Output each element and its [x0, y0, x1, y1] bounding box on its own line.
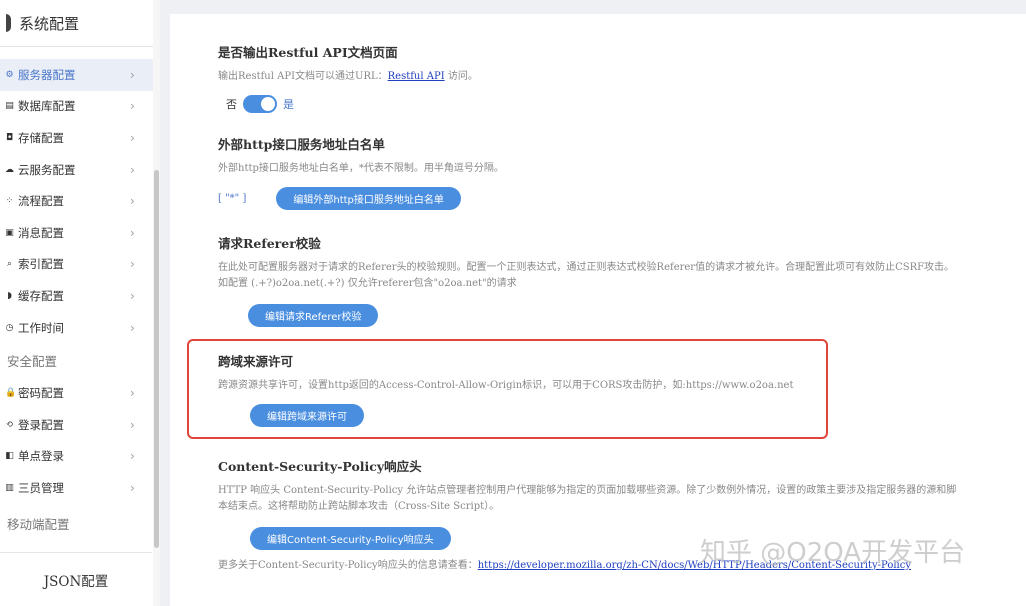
- sidebar-item-label: 流程配置: [18, 194, 64, 209]
- whitelist-row: [ "*" ] 编辑外部http接口服务地址白名单: [218, 187, 958, 210]
- sidebar-item-server[interactable]: ⚙ 服务器配置 ›: [0, 59, 160, 91]
- restful-desc-text: 输出Restful API文档可以通过URL：: [218, 71, 388, 82]
- mobile-section-title[interactable]: 移动端配置: [0, 507, 160, 541]
- chevron-right-icon: ›: [130, 130, 135, 145]
- sidebar-item-sso[interactable]: ◧ 单点登录 ›: [0, 441, 160, 473]
- toggle-off-label: 否: [226, 98, 237, 111]
- index-icon: ⌕: [6, 259, 13, 270]
- chevron-right-icon: ›: [130, 99, 135, 114]
- chevron-right-icon: ›: [130, 449, 135, 464]
- chevron-right-icon: ›: [130, 417, 135, 432]
- restful-title: 是否输出Restful API文档页面: [218, 45, 398, 60]
- restful-section: 是否输出Restful API文档页面 输出Restful API文档可以通过U…: [218, 42, 958, 113]
- storage-icon: ◘: [5, 132, 14, 143]
- edit-cors-button[interactable]: 编辑跨域来源许可: [250, 404, 364, 427]
- sidebar-item-label: 消息配置: [18, 225, 64, 240]
- cors-section: 跨域来源许可 跨源资源共享许可，设置http返回的Access-Control-…: [218, 351, 958, 427]
- sidebar-item-admin[interactable]: ▥ 三员管理 ›: [0, 472, 160, 504]
- sidebar-item-label: 服务器配置: [18, 67, 76, 82]
- sidebar-scrollbar[interactable]: [153, 0, 160, 606]
- chevron-right-icon: ›: [130, 386, 135, 401]
- database-icon: ▤: [5, 101, 14, 112]
- chevron-right-icon: ›: [130, 320, 135, 335]
- sidebar-item-storage[interactable]: ◘ 存储配置 ›: [0, 122, 160, 154]
- chevron-right-icon: ›: [130, 257, 135, 272]
- restful-api-link[interactable]: Restful API: [388, 71, 445, 82]
- security-config-list: 🔒 密码配置 › ⟲ 登录配置 › ◧ 单点登录 › ▥ 三员管理 ›: [0, 377, 160, 503]
- sidebar-item-cache[interactable]: ◗ 缓存配置 ›: [0, 280, 160, 312]
- chevron-right-icon: ›: [130, 67, 135, 82]
- section-marker-icon: [6, 14, 11, 32]
- toggle-on-label: 是: [283, 98, 294, 111]
- login-icon: ⟲: [5, 419, 14, 430]
- csp-more-text: 更多关于Content-Security-Policy响应头的信息请查看：: [218, 560, 478, 571]
- message-icon: ▣: [5, 227, 14, 238]
- sidebar-header: 系统配置: [0, 0, 160, 47]
- cors-title: 跨域来源许可: [218, 354, 294, 369]
- chevron-right-icon: ›: [130, 225, 135, 240]
- chevron-right-icon: ›: [130, 480, 135, 495]
- sidebar-item-label: 缓存配置: [18, 288, 64, 303]
- restful-desc-suffix: 访问。: [444, 71, 478, 82]
- sidebar-item-label: 数据库配置: [18, 99, 76, 114]
- sidebar-title: 系统配置: [19, 14, 80, 33]
- whitelist-title: 外部http接口服务地址白名单: [218, 137, 385, 152]
- json-config-button[interactable]: JSON配置: [0, 552, 152, 606]
- restful-toggle[interactable]: [243, 95, 277, 113]
- sidebar-item-message[interactable]: ▣ 消息配置 ›: [0, 217, 160, 249]
- referer-title: 请求Referer校验: [218, 236, 321, 251]
- sidebar-item-label: 工作时间: [18, 320, 64, 335]
- csp-desc: HTTP 响应头 Content-Security-Policy 允许站点管理者…: [218, 485, 957, 512]
- edit-csp-button[interactable]: 编辑Content-Security-Policy响应头: [250, 527, 451, 550]
- sidebar-item-lock[interactable]: 🔒 密码配置 ›: [0, 377, 160, 409]
- restful-toggle-row: 否 是: [226, 95, 958, 113]
- scrollbar-thumb[interactable]: [154, 170, 159, 548]
- cache-icon: ◗: [7, 290, 12, 301]
- sidebar-item-label: 云服务配置: [18, 162, 76, 177]
- cloud-icon: ☁: [5, 164, 14, 175]
- sidebar-item-label: 单点登录: [18, 449, 64, 464]
- referer-section: 请求Referer校验 在此处可配置服务器对于请求的Referer头的校验规则。…: [218, 233, 958, 327]
- sidebar-item-flow[interactable]: ⁘ 流程配置 ›: [0, 185, 160, 217]
- lock-icon: 🔒: [5, 388, 17, 399]
- clock-icon: ◷: [5, 322, 14, 333]
- referer-desc: 在此处可配置服务器对于请求的Referer头的校验规则。配置一个正则表达式，通过…: [218, 262, 955, 289]
- chevron-right-icon: ›: [130, 288, 135, 303]
- sso-icon: ◧: [5, 451, 14, 462]
- sidebar-item-login[interactable]: ⟲ 登录配置 ›: [0, 409, 160, 441]
- admin-icon: ▥: [5, 482, 14, 493]
- sidebar-item-label: 密码配置: [18, 386, 64, 401]
- whitelist-section: 外部http接口服务地址白名单 外部http接口服务地址白名单，*代表不限制。用…: [218, 134, 958, 210]
- chevron-right-icon: ›: [130, 162, 135, 177]
- cors-desc: 跨源资源共享许可，设置http返回的Access-Control-Allow-O…: [218, 380, 794, 391]
- watermark: 知乎 @O2OA开发平台: [700, 538, 966, 568]
- flow-icon: ⁘: [5, 196, 14, 207]
- restful-desc: 输出Restful API文档可以通过URL：Restful API 访问。: [218, 69, 958, 85]
- sidebar: 系统配置 ⚙ 服务器配置 › ▤ 数据库配置 › ◘ 存储配置 › ☁ 云服务配置 › ⁘ 流程配置 › ▣ 消…: [0, 0, 160, 606]
- sidebar-item-cloud[interactable]: ☁ 云服务配置 ›: [0, 154, 160, 186]
- chevron-right-icon: ›: [130, 194, 135, 209]
- edit-referer-button[interactable]: 编辑请求Referer校验: [248, 304, 379, 327]
- whitelist-value: [ "*" ]: [218, 193, 247, 204]
- sidebar-item-index[interactable]: ⌕ 索引配置 ›: [0, 249, 160, 281]
- security-section-title: 安全配置: [7, 353, 58, 369]
- sidebar-item-label: 存储配置: [18, 130, 64, 145]
- edit-whitelist-button[interactable]: 编辑外部http接口服务地址白名单: [276, 187, 461, 210]
- sidebar-item-label: 登录配置: [18, 417, 64, 432]
- sidebar-item-clock[interactable]: ◷ 工作时间 ›: [0, 312, 160, 344]
- sidebar-item-label: 三员管理: [18, 480, 64, 495]
- sidebar-item-label: 索引配置: [18, 257, 64, 272]
- server-icon: ⚙: [5, 69, 14, 80]
- csp-title: Content-Security-Policy响应头: [218, 459, 422, 474]
- server-config-list: ⚙ 服务器配置 › ▤ 数据库配置 › ◘ 存储配置 › ☁ 云服务配置 › ⁘ 流程配置 › ▣ 消息配置 › ⌕…: [0, 59, 160, 343]
- main-panel: 是否输出Restful API文档页面 输出Restful API文档可以通过U…: [170, 14, 1026, 606]
- sidebar-item-database[interactable]: ▤ 数据库配置 ›: [0, 91, 160, 123]
- whitelist-desc: 外部http接口服务地址白名单，*代表不限制。用半角逗号分隔。: [218, 163, 504, 174]
- toggle-knob: [261, 97, 275, 111]
